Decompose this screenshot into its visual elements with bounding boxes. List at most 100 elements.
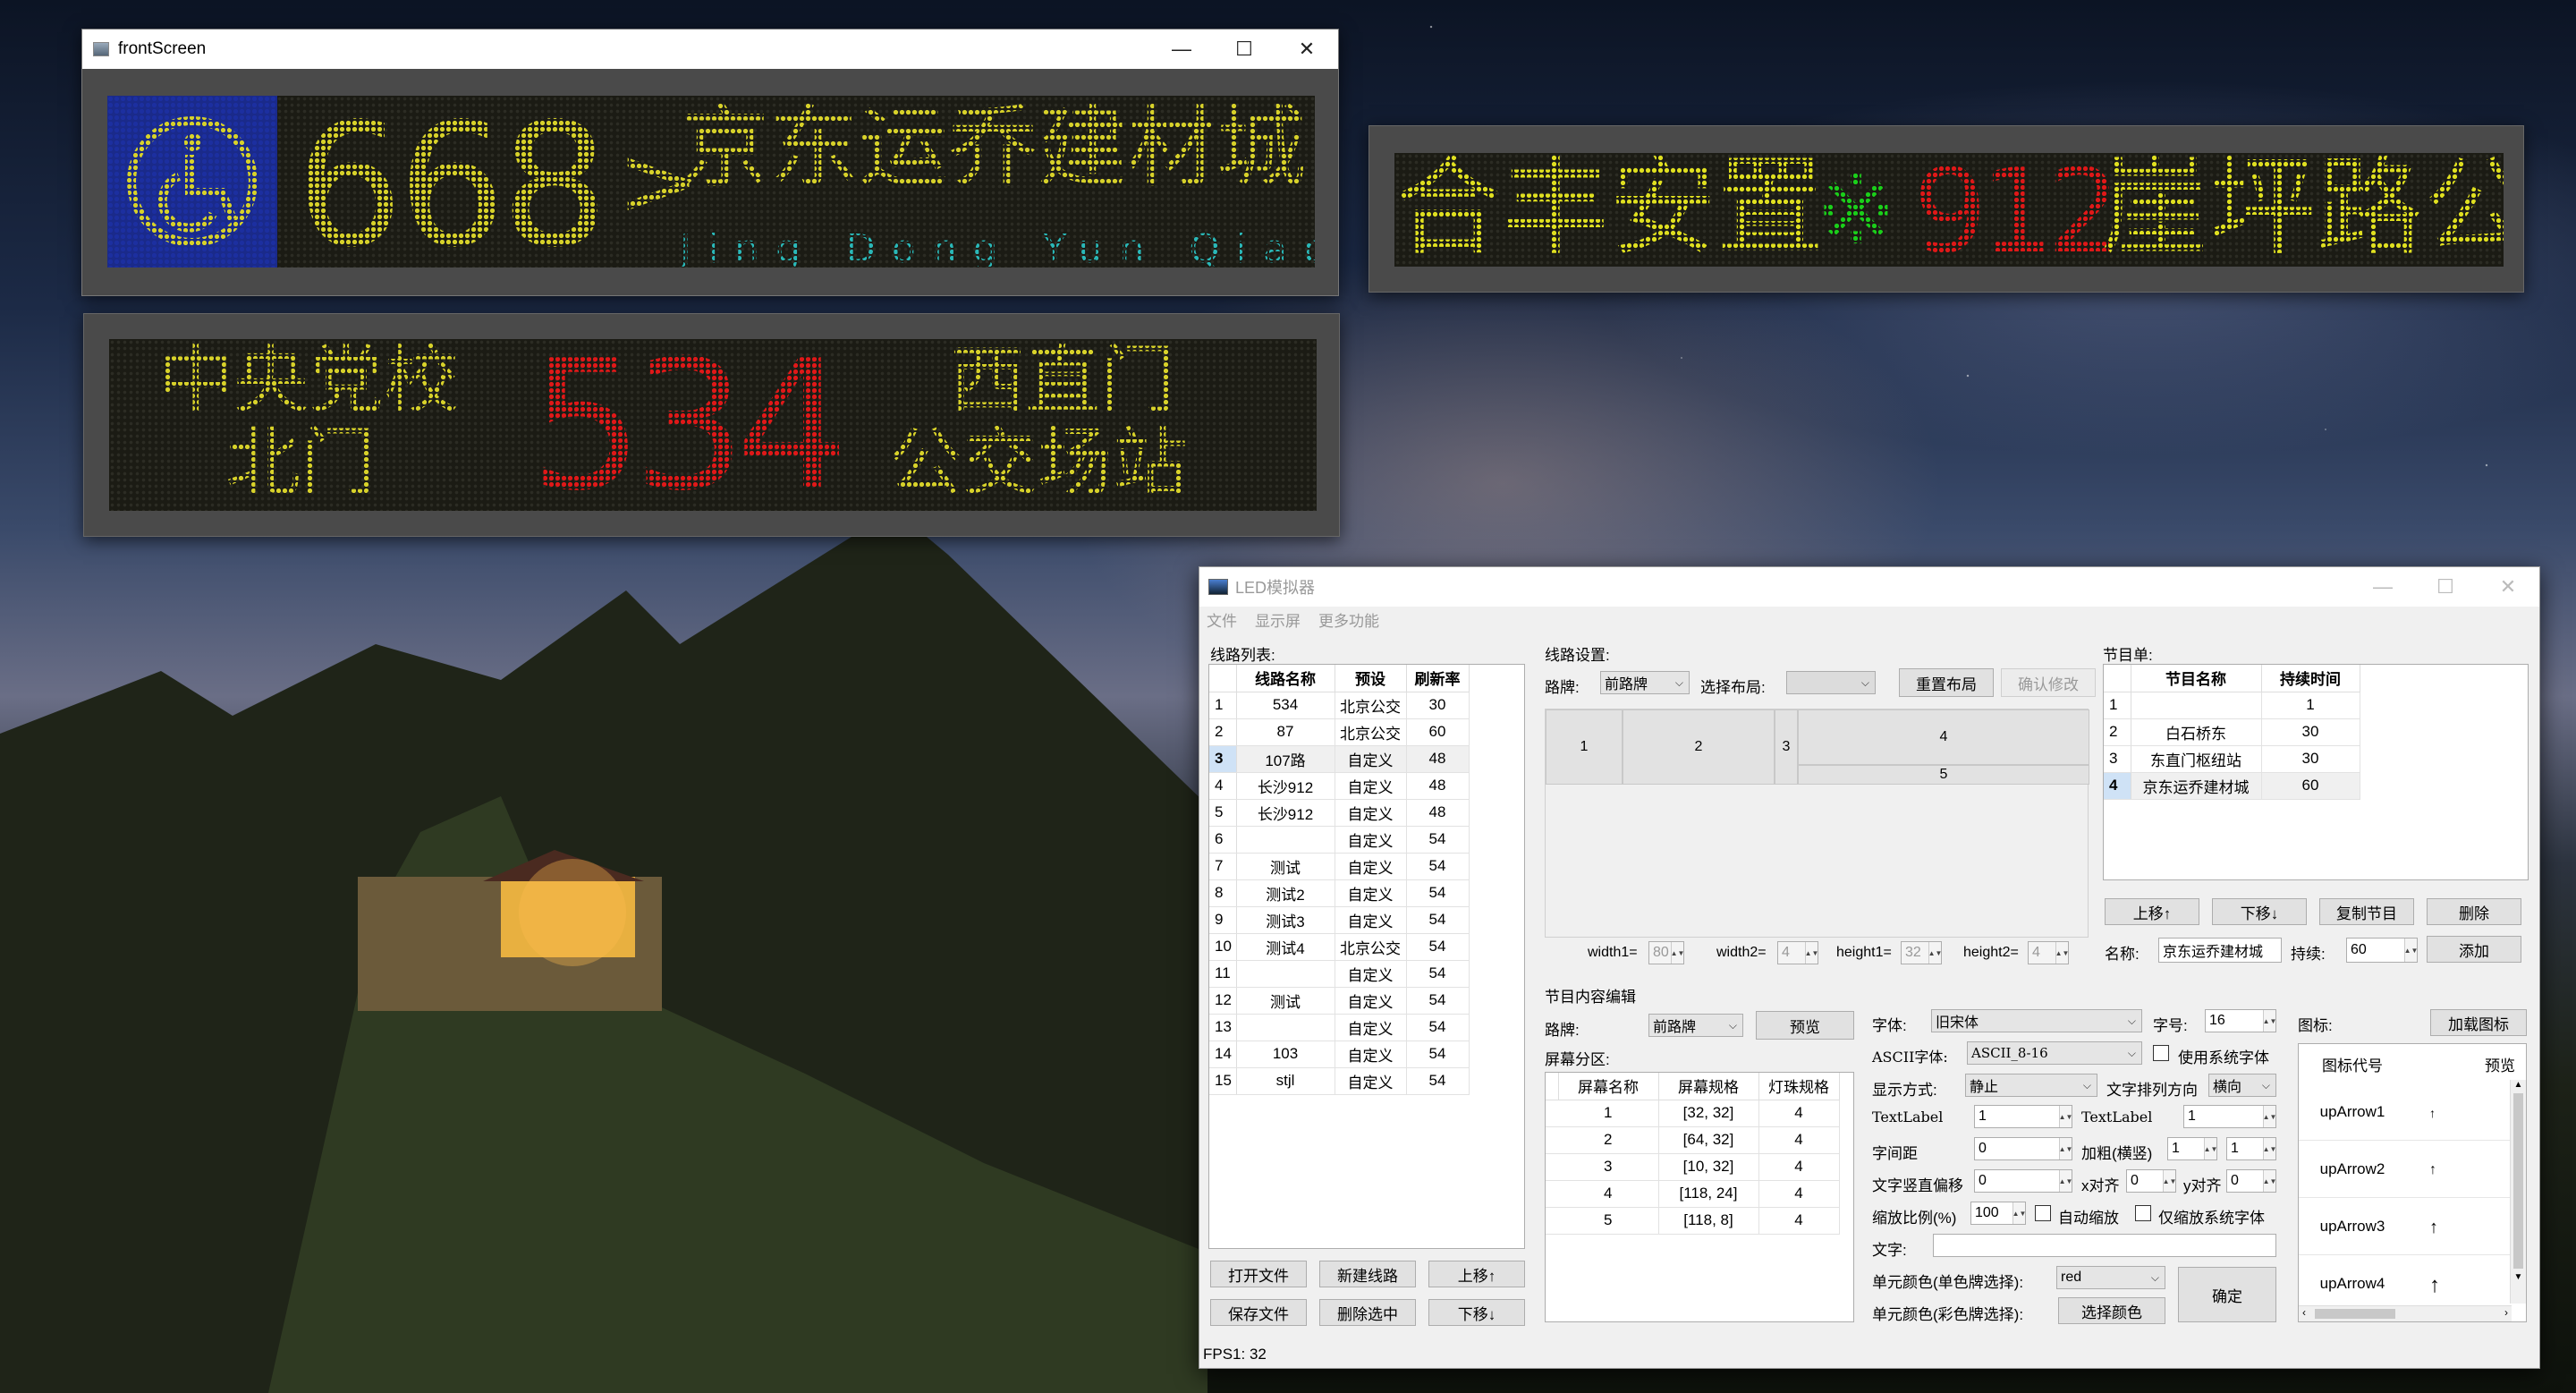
col-led-spec[interactable]: 灯珠规格 — [1758, 1073, 1840, 1100]
table-cell[interactable]: 自定义 — [1335, 745, 1407, 773]
list-item[interactable]: upArrow1 ↑ — [2299, 1083, 2512, 1141]
table-cell[interactable]: 30 — [1406, 692, 1470, 719]
table-cell[interactable]: 5 — [1558, 1207, 1659, 1235]
table-row[interactable]: 13 自定义 54 — [1209, 1014, 1470, 1041]
height2-spin[interactable]: 4 ▲▼ — [2028, 941, 2069, 964]
scroll-thumb[interactable] — [2513, 1093, 2523, 1269]
table-cell[interactable]: 白石桥东 — [2131, 718, 2262, 746]
row-number[interactable]: 3 — [2104, 745, 2131, 773]
vertical-offset-spin[interactable]: 0 ▲▼ — [1974, 1169, 2072, 1193]
maximize-icon[interactable]: ☐ — [1213, 38, 1275, 61]
row-number[interactable]: 7 — [1209, 853, 1237, 880]
table-cell[interactable]: 60 — [2261, 772, 2360, 800]
table-cell[interactable] — [1236, 960, 1335, 988]
col-icon-code[interactable]: 图标代号 — [2308, 1053, 2397, 1075]
table-cell[interactable]: 48 — [1406, 772, 1470, 800]
col-duration[interactable]: 持续时间 — [2261, 665, 2360, 692]
layout-cell-1[interactable]: 1 — [1546, 709, 1623, 785]
table-cell[interactable]: 自定义 — [1335, 1067, 1407, 1095]
table-cell[interactable]: 48 — [1406, 799, 1470, 827]
table-row[interactable]: 3 107路 自定义 48 — [1209, 745, 1470, 773]
col-program-name[interactable]: 节目名称 — [2131, 665, 2262, 692]
new-route-button[interactable]: 新建线路 — [1319, 1261, 1416, 1287]
table-cell[interactable]: 54 — [1406, 1041, 1470, 1068]
delete-program-button[interactable]: 删除 — [2427, 898, 2521, 925]
system-font-checkbox[interactable] — [2153, 1045, 2169, 1061]
preview-button[interactable]: 预览 — [1756, 1011, 1854, 1040]
width2-spin[interactable]: 4 ▲▼ — [1777, 941, 1818, 964]
layout-cell-3[interactable]: 3 — [1775, 709, 1798, 785]
row-number[interactable]: 2 — [1209, 718, 1237, 746]
layout-cell-5[interactable]: 5 — [1798, 765, 2089, 785]
program-move-up-button[interactable]: 上移↑ — [2105, 898, 2199, 925]
table-cell[interactable]: 3 — [1558, 1153, 1659, 1181]
reset-layout-button[interactable]: 重置布局 — [1899, 668, 1994, 697]
table-cell[interactable]: 54 — [1406, 826, 1470, 854]
row-number[interactable]: 13 — [1209, 1014, 1237, 1041]
table-cell[interactable]: 54 — [1406, 960, 1470, 988]
table-cell[interactable]: 4 — [1758, 1180, 1840, 1208]
table-cell[interactable]: 2 — [1558, 1126, 1659, 1154]
table-row[interactable]: 10 测试4 北京公交 54 — [1209, 933, 1470, 961]
close-icon[interactable]: ✕ — [1275, 38, 1338, 61]
table-cell[interactable]: 48 — [1406, 745, 1470, 773]
list-item[interactable]: upArrow2 ↑ — [2299, 1141, 2512, 1198]
textlabel2-spin[interactable]: 1 ▲▼ — [2183, 1105, 2276, 1128]
table-cell[interactable]: stjl — [1236, 1067, 1335, 1095]
table-cell[interactable]: 自定义 — [1335, 772, 1407, 800]
table-cell[interactable]: 自定义 — [1335, 906, 1407, 934]
route-list-table[interactable]: 线路名称 预设 刷新率 1 534 北京公交 30 2 87 北京公交 60 3 107路 自定义 4… — [1208, 664, 1525, 1249]
table-cell[interactable]: [10, 32] — [1658, 1153, 1759, 1181]
char-spacing-spin[interactable]: 0 ▲▼ — [1974, 1137, 2072, 1160]
col-screen-spec[interactable]: 屏幕规格 — [1658, 1073, 1759, 1100]
table-cell[interactable]: 自定义 — [1335, 960, 1407, 988]
table-row[interactable]: 5 [118, 8] 4 — [1546, 1207, 1840, 1235]
table-cell[interactable]: 测试 — [1236, 853, 1335, 880]
partition-table[interactable]: 屏幕名称 屏幕规格 灯珠规格 1 [32, 32] 4 2 [64, 32] 4 3 [10,… — [1545, 1072, 1854, 1322]
mono-color-select[interactable]: red ⌵ — [2056, 1266, 2165, 1289]
table-cell[interactable]: [64, 32] — [1658, 1126, 1759, 1154]
font-select[interactable]: 旧宋体 ⌵ — [1931, 1009, 2142, 1032]
table-row[interactable]: 1 [32, 32] 4 — [1546, 1100, 1840, 1127]
y-align-spin[interactable]: 0 ▲▼ — [2226, 1169, 2276, 1193]
table-cell[interactable]: 54 — [1406, 1014, 1470, 1041]
layout-cell-2[interactable]: 2 — [1623, 709, 1775, 785]
table-row[interactable]: 12 测试 自定义 54 — [1209, 987, 1470, 1015]
size-spin[interactable]: 16 ▲▼ — [2205, 1009, 2276, 1032]
row-number[interactable]: 15 — [1209, 1067, 1237, 1095]
table-cell[interactable]: 4 — [1758, 1100, 1840, 1127]
table-cell[interactable]: 54 — [1406, 933, 1470, 961]
table-cell[interactable] — [1236, 826, 1335, 854]
ok-button[interactable]: 确定 — [2178, 1267, 2276, 1322]
table-cell[interactable]: 自定义 — [1335, 987, 1407, 1015]
layout-cell-4[interactable]: 4 — [1798, 709, 2089, 765]
close-icon[interactable]: ✕ — [2477, 575, 2539, 599]
table-cell[interactable]: 长沙912 — [1236, 799, 1335, 827]
row-number[interactable]: 8 — [1209, 879, 1237, 907]
text-direction-select[interactable]: 横向 ⌵ — [2208, 1074, 2276, 1097]
route-move-up-button[interactable]: 上移↑ — [1428, 1261, 1525, 1287]
table-row[interactable]: 5 长沙912 自定义 48 — [1209, 799, 1470, 827]
confirm-edit-button[interactable]: 确认修改 — [2001, 668, 2096, 697]
table-row[interactable]: 14 103 自定义 54 — [1209, 1041, 1470, 1068]
col-icon-preview[interactable]: 预览 — [2485, 1053, 2521, 1075]
table-row[interactable]: 4 长沙912 自定义 48 — [1209, 772, 1470, 800]
scroll-up-icon[interactable]: ▲ — [2511, 1080, 2526, 1090]
table-cell[interactable]: 自定义 — [1335, 1014, 1407, 1041]
table-cell[interactable]: [118, 8] — [1658, 1207, 1759, 1235]
list-item[interactable]: upArrow4 ↑ — [2299, 1255, 2512, 1312]
table-row[interactable]: 3 [10, 32] 4 — [1546, 1153, 1840, 1181]
table-cell[interactable]: 自定义 — [1335, 879, 1407, 907]
table-cell[interactable]: 87 — [1236, 718, 1335, 746]
display-mode-select[interactable]: 静止 ⌵ — [1965, 1074, 2097, 1097]
table-cell[interactable]: 测试3 — [1236, 906, 1335, 934]
row-number[interactable]: 11 — [1209, 960, 1237, 988]
col-refresh[interactable]: 刷新率 — [1406, 665, 1470, 692]
col-screen-name[interactable]: 屏幕名称 — [1558, 1073, 1659, 1100]
row-number[interactable]: 12 — [1209, 987, 1237, 1015]
table-cell[interactable]: 103 — [1236, 1041, 1335, 1068]
table-cell[interactable]: [32, 32] — [1658, 1100, 1759, 1127]
table-cell[interactable]: 54 — [1406, 879, 1470, 907]
ascii-font-select[interactable]: ASCII_8-16 ⌵ — [1967, 1041, 2142, 1065]
duration-spin[interactable]: 60 ▲▼ — [2346, 938, 2418, 963]
